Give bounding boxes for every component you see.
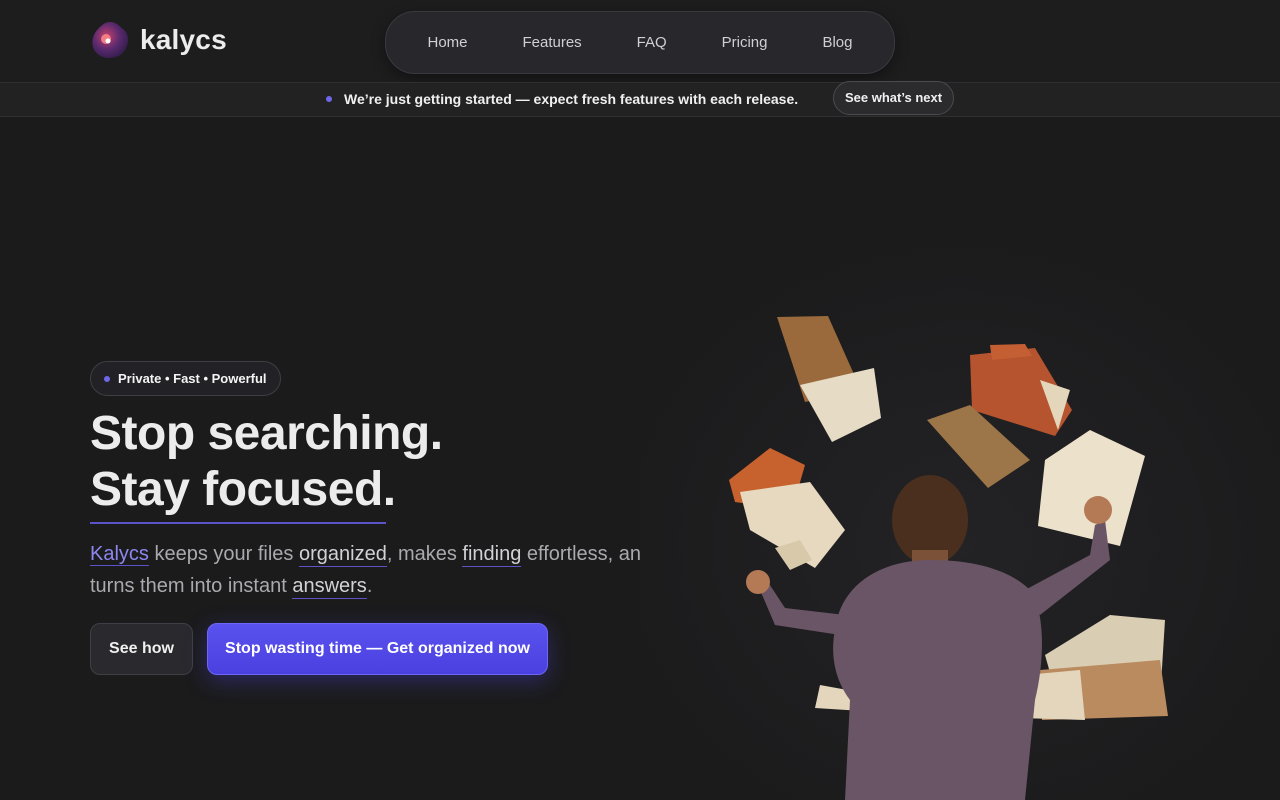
get-organized-button[interactable]: Stop wasting time — Get organized now: [207, 623, 548, 675]
subtitle-text: .: [366, 575, 373, 597]
logo-text: kalycs: [140, 24, 227, 55]
badge-dot-icon: [104, 375, 110, 382]
announcement-text: We’re just getting started — expect fres…: [344, 91, 799, 107]
hero-subtitle: Kalycs keeps your files organized, makes…: [90, 538, 690, 602]
site-header: kalycs Home Features FAQ Pricing Blog: [0, 0, 1280, 82]
main-nav: Home Features FAQ Pricing Blog: [385, 11, 895, 74]
hero-headline: Stop searching. Stay focused.: [90, 406, 443, 518]
man-with-flying-folders-illustration: [640, 230, 1280, 800]
headline-underline: [90, 522, 386, 524]
headline-line-2: Stay focused.: [90, 463, 396, 516]
headline-line-1: Stop searching.: [90, 407, 443, 460]
brand-highlight: Kalycs: [90, 543, 149, 566]
feature-badge: Private • Fast • Powerful: [90, 361, 281, 396]
subtitle-text: keeps your files: [148, 543, 299, 565]
highlight-organized: organized: [298, 543, 387, 567]
highlight-answers: answers: [292, 575, 367, 599]
see-how-button[interactable]: See how: [90, 623, 193, 675]
nav-faq[interactable]: FAQ: [637, 34, 667, 51]
nav-pricing[interactable]: Pricing: [722, 34, 768, 51]
announcement-bar: We’re just getting started — expect fres…: [0, 81, 1280, 117]
nav-home[interactable]: Home: [427, 34, 467, 51]
see-whats-next-button[interactable]: See what’s next: [833, 81, 955, 115]
announcement-dot-icon: [326, 96, 332, 102]
badge-text: Private • Fast • Powerful: [118, 371, 267, 386]
nav-features[interactable]: Features: [522, 34, 581, 51]
kalycs-logo-icon: [90, 20, 130, 60]
highlight-finding: finding: [462, 543, 522, 567]
nav-blog[interactable]: Blog: [822, 34, 852, 51]
logo[interactable]: kalycs: [90, 20, 227, 60]
subtitle-text: , makes: [386, 543, 463, 565]
